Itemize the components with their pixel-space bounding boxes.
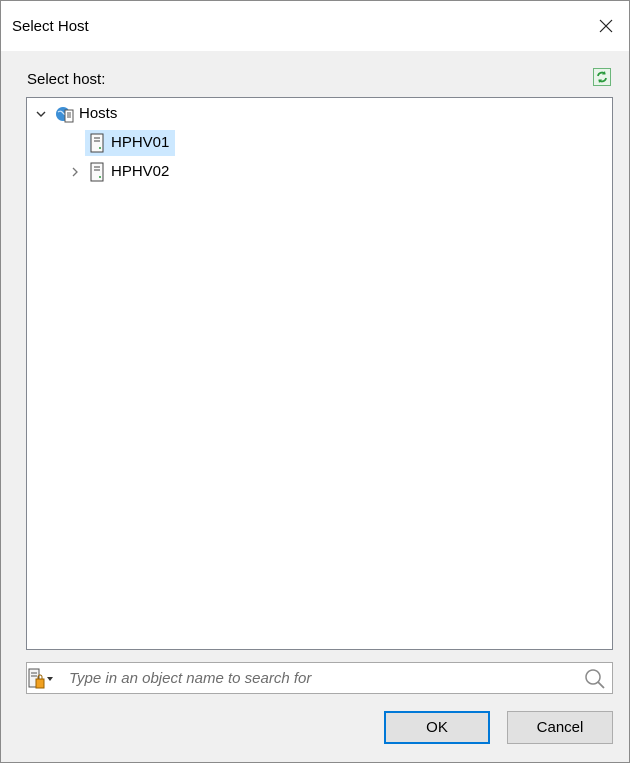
ok-button[interactable]: OK xyxy=(384,711,490,744)
server-icon xyxy=(87,132,107,154)
refresh-icon xyxy=(593,68,611,86)
hosts-globe-icon xyxy=(55,103,75,125)
server-icon xyxy=(87,161,107,183)
selection-highlight: HPHV01 xyxy=(85,130,176,156)
dialog-title: Select Host xyxy=(12,18,89,35)
host-tree[interactable]: Hosts HPHV01 HPHV02 xyxy=(26,97,613,650)
search-input[interactable] xyxy=(69,664,578,692)
tree-item-hphv01[interactable]: HPHV01 xyxy=(65,130,176,156)
search-scope-dropdown[interactable] xyxy=(28,666,64,691)
chevron-right-icon[interactable] xyxy=(65,159,85,185)
tree-item-hphv02[interactable]: HPHV02 xyxy=(65,159,175,185)
search-icon xyxy=(585,668,605,689)
search-button[interactable] xyxy=(582,666,608,691)
close-button[interactable] xyxy=(583,1,629,51)
tree-item-hosts[interactable]: Hosts xyxy=(33,101,123,127)
close-icon xyxy=(599,19,613,33)
title-bar: Select Host xyxy=(1,1,629,51)
cancel-button[interactable]: Cancel xyxy=(507,711,613,744)
tree-item-label: HPHV01 xyxy=(111,134,170,151)
select-host-dialog: Select Host Select host: Hosts HPHV01 HP… xyxy=(0,0,630,763)
refresh-button[interactable] xyxy=(592,67,612,87)
select-host-label: Select host: xyxy=(27,71,106,88)
search-box xyxy=(26,662,613,694)
object-type-icon xyxy=(28,668,53,688)
tree-item-label: Hosts xyxy=(79,105,118,122)
chevron-down-icon[interactable] xyxy=(33,101,49,127)
tree-item-label: HPHV02 xyxy=(111,163,170,180)
